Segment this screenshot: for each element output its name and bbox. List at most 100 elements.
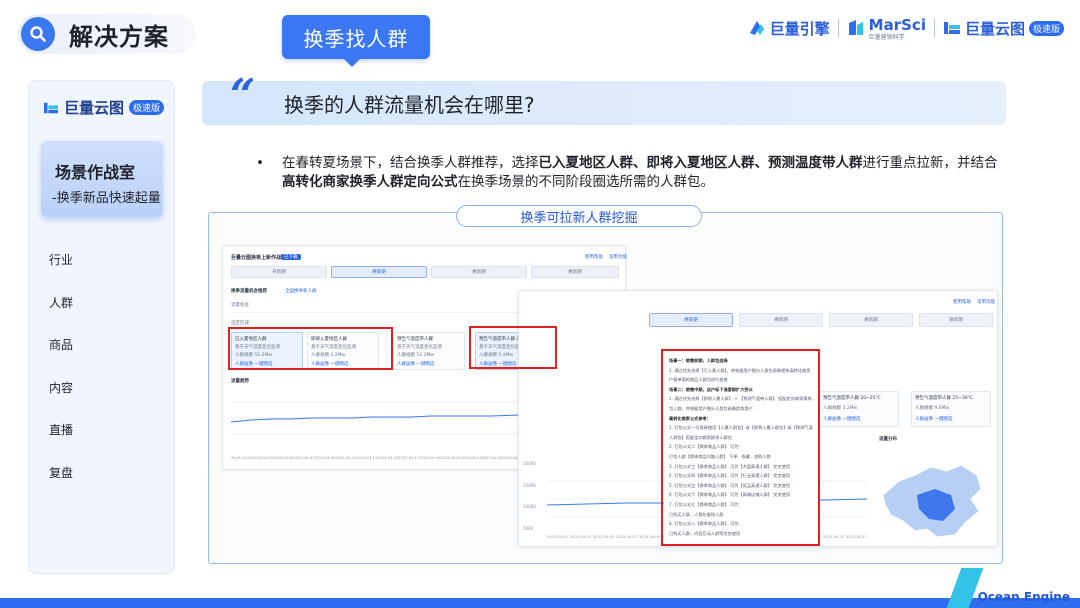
scene-warroom-subtitle: -换季新品快速起量 [52, 191, 161, 206]
slide: 解决方案 换季找人群 巨量引擎 MarSci 巨量营销科学 巨量云图 极速版 巨量… [0, 0, 1080, 608]
mini-right-tab-1[interactable]: 换新期 [649, 313, 733, 327]
sidebar-logo: 巨量云图 极速版 [43, 97, 165, 118]
logo-yuntu: 巨量云图 极速版 [943, 18, 1064, 39]
logo-divider [837, 19, 839, 37]
sidebar-item-audience[interactable]: 人群 [49, 294, 73, 337]
mini-right-tab-2[interactable]: 换新期 [739, 313, 823, 327]
x-tick-label: 2023-04-09 [639, 535, 660, 539]
sidebar-item-product[interactable]: 商品 [49, 336, 73, 379]
mini-left-tab-1[interactable]: 开新期 [231, 266, 327, 278]
mini-left-filter-link[interactable]: 全国换季新人群 [285, 288, 317, 294]
solution-pill: 解决方案 [18, 14, 196, 54]
mini-right-map [882, 464, 982, 538]
mini-left-x-axis: 2023-04-01 2023-04-03 2023-04-05 2023-04-07… [231, 456, 523, 460]
mini-right-common-link[interactable]: 常用功能 [977, 299, 995, 305]
scene-warroom-title: 场景作战室 [55, 163, 136, 182]
sidebar-item-content[interactable]: 内容 [49, 379, 73, 422]
mini-left-tab-4[interactable]: 换新期 [531, 266, 619, 278]
crowd-card-actions[interactable]: 人群画像 一键圈选 [915, 416, 952, 422]
solution-title: 解决方案 [69, 22, 169, 51]
x-tick-label: 2023-04-01 [231, 456, 252, 460]
sidebar-item-industry[interactable]: 行业 [49, 251, 73, 294]
fast-version-badge: 极速版 [1028, 20, 1064, 36]
y-tick-label: 10000 [523, 504, 536, 510]
crowd-card-actions[interactable]: 人群画像 一键圈选 [397, 361, 434, 367]
crowd-card-actions[interactable]: 人群画像 一键圈选 [823, 416, 860, 422]
desc-part-2: 进行重点拉新，并结合 [862, 155, 998, 171]
mini-left-trend-chart [231, 401, 521, 435]
y-tick-label: 20000 [523, 461, 536, 466]
search-icon [21, 17, 55, 51]
logo-divider [933, 19, 935, 37]
y-tick-label: 15000 [523, 482, 536, 488]
description-text: 在春转夏场景下，结合换季人群推荐，选择已入夏地区人群、即将入夏地区人群、预测温度… [258, 154, 998, 192]
marsci-sub: 巨量营销科学 [868, 33, 905, 41]
logo-marsci-text: MarSci 巨量营销科学 [869, 16, 926, 41]
mini-left-common-link[interactable]: 常用功能 [609, 254, 627, 260]
question-text: 换季的人群流量机会在哪里? [284, 93, 535, 117]
x-tick-label: 2023-04-05 [593, 535, 614, 539]
x-tick-label: 2023-04-07 [293, 456, 315, 460]
x-tick-label: 2023-04-05 [272, 456, 294, 460]
x-tick-label: 2023-04-03 [251, 456, 273, 460]
x-tick-label: 2023-04-07 [616, 535, 637, 539]
highlight-temp-crowd [469, 326, 557, 369]
topic-tag: 换季找人群 [282, 15, 430, 67]
mini-right-map-title: 流量分布 [879, 437, 897, 442]
x-tick-label: 2023-04-01 [547, 535, 568, 539]
question-banner: “ 换季的人群流量机会在哪里? [202, 74, 1006, 125]
x-tick-label: 2023-04-09 [314, 456, 336, 460]
footer-bar [0, 598, 1080, 608]
x-tick-label: 2023-04-19 [419, 456, 440, 460]
mini-left-filter-label: 选定区域 [231, 321, 249, 326]
desc-part-1: 在春转夏场景下，结合换季人群推荐，选择 [282, 155, 539, 171]
mini-left-trend-title: 流量趋势 [231, 379, 249, 384]
crowd-card-title: 预告气温度带人群 25~30℃ [915, 396, 973, 401]
mini-left-tab-2[interactable]: 换新期 [331, 266, 427, 278]
description: • 在春转夏场景下，结合换季人群推荐，选择已入夏地区人群、即将入夏地区人群、预测… [256, 154, 998, 192]
bullet: • [256, 155, 264, 171]
x-tick-label: 2023-04-23 [460, 456, 482, 460]
sidebar: 巨量云图 极速版 场景作战室 -换季新品快速起量 行业 人群 商品 内容 直播 … [28, 80, 175, 574]
highlight-summer-crowds [228, 327, 393, 370]
y-tick-label: 5000 [523, 525, 534, 531]
mini-left-subsection: 流量机会 [231, 303, 249, 308]
mini-right-tab-3[interactable]: 换新期 [829, 313, 913, 327]
x-tick-label: 2023-04-15 [377, 456, 399, 460]
mini-right-help-link[interactable]: 使用帮助 [953, 299, 971, 305]
x-tick-label: 2023-04-27 [846, 535, 867, 539]
desc-bold-2: 高转化商家换季人群定向公式 [282, 174, 458, 190]
desc-bold-1: 已入夏地区人群、即将入夏地区人群、预测温度带人群 [538, 155, 863, 171]
yuntu-logo-icon [44, 102, 58, 113]
mini-left-tag: 已下载 [281, 254, 301, 260]
sidebar-item-scene-warroom[interactable]: 场景作战室 -换季新品快速起量 [41, 141, 163, 217]
sidebar-item-live[interactable]: 直播 [49, 421, 73, 464]
crowd-card-count: 人群规模 3.2Mw [823, 406, 858, 411]
mini-left-tab-3[interactable]: 换新期 [431, 266, 527, 278]
mini-right-tab-4[interactable]: 换新期 [919, 313, 993, 327]
marsci-name: MarSci [868, 15, 926, 34]
brand-logos: 巨量引擎 MarSci 巨量营销科学 巨量云图 极速版 [748, 14, 1064, 42]
mini-right-y-axis: 20000 15000 10000 5000 [523, 461, 536, 531]
crowd-card-title: 预告气温度带人群 [397, 337, 433, 342]
x-tick-label: 2023-04-25 [823, 535, 844, 539]
crowd-card-right-20-25[interactable]: 预告气温度带人群 20~25℃ 人群规模 3.2Mw 人群画像 一键圈选 [819, 391, 899, 427]
x-tick-label: 2023-04-21 [439, 456, 461, 460]
yuntu-logo-icon [943, 22, 960, 34]
x-tick-label: 2023-04-17 [398, 456, 420, 460]
crowd-card-temp[interactable]: 预告气温度带人群 基于天气温度变化监测 人群规模 12.3Mw 人群画像 一键圈… [393, 332, 465, 370]
desc-part-3: 在换季场景的不同阶段圈选所需的人群包。 [457, 174, 715, 190]
crowd-card-right-25-30[interactable]: 预告气温度带人群 25~30℃ 人群规模 9.8Mw 人群画像 一键圈选 [911, 391, 991, 427]
crowd-card-count: 人群规模 9.8Mw [915, 406, 950, 411]
x-tick-label: 2023-04-11 [335, 456, 357, 460]
x-tick-label: 2023-04-13 [356, 456, 378, 460]
mini-left-section: 换季流量机会推荐 [231, 289, 267, 294]
x-tick-label: 2023-04-03 [570, 535, 591, 539]
crowd-card-title: 预告气温度带人群 20~25℃ [823, 396, 881, 401]
screenshot-title: 换季可拉新人群挖掘 [456, 205, 702, 227]
logo-oceanengine-text: 巨量引擎 [769, 19, 830, 38]
sidebar-item-review[interactable]: 复盘 [49, 464, 73, 507]
footer-brand: Ocean Engine [977, 590, 1070, 604]
mini-left-help-link[interactable]: 使用帮助 [585, 254, 603, 260]
marsci-logo-icon [848, 20, 863, 35]
